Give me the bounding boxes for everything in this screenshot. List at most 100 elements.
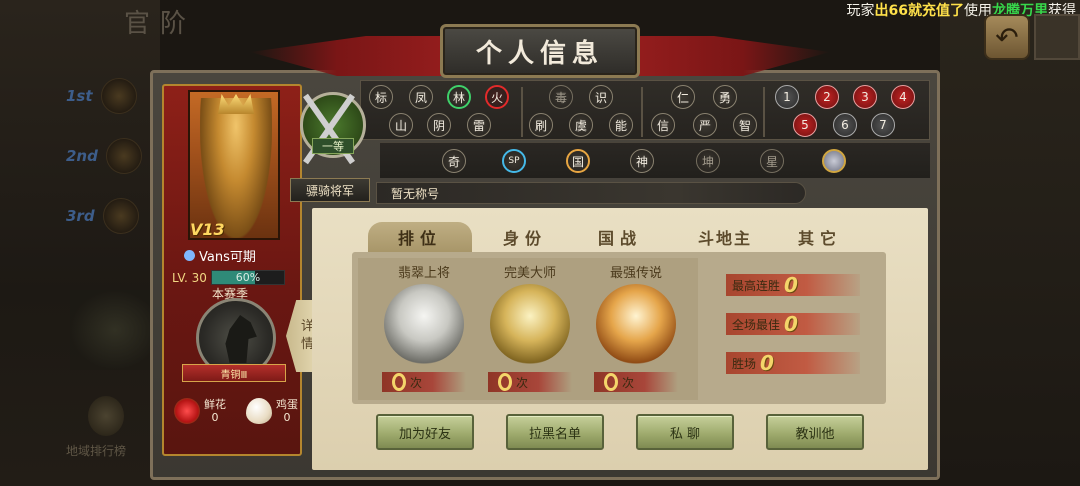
badge[interactable]: 刷 (529, 113, 553, 137)
stat-value: 0 (784, 312, 798, 336)
badge[interactable]: 雷 (467, 113, 491, 137)
gift-text: 鲜花 0 (204, 398, 226, 424)
badge[interactable]: 信 (651, 113, 675, 137)
badge[interactable]: 虞 (569, 113, 593, 137)
medal-title: 翡翠上将 (397, 266, 450, 281)
badge[interactable]: 阴 (427, 113, 451, 137)
medal-legend: 最强传说 0 次 (586, 262, 686, 400)
badge[interactable]: 国 (566, 149, 590, 173)
private-chat-button[interactable]: 私 聊 (636, 414, 734, 450)
badge[interactable]: 2 (815, 85, 839, 109)
corner-decoration (1034, 14, 1080, 60)
badge[interactable]: 林 (447, 85, 471, 109)
stat-row: 最高连胜 0 (726, 273, 876, 297)
gift-egg[interactable]: 鸡蛋 0 (246, 398, 298, 424)
stat-label: 胜场 (732, 356, 757, 371)
badge[interactable]: 1 (775, 85, 799, 109)
badge[interactable]: 山 (389, 113, 413, 137)
badge[interactable]: 6 (833, 113, 857, 137)
crown-icon (218, 94, 254, 114)
teach-lesson-button[interactable]: 教训他 (766, 414, 864, 450)
exp-bar: 60% (210, 270, 285, 285)
gift-flower[interactable]: 鲜花 0 (174, 398, 226, 424)
hero-card: V13 Vans可期 LV. 30 60% 本赛季 青铜Ⅲ 鲜花 0 鸡蛋 0 (162, 84, 302, 456)
medal-count: 0 次 (594, 372, 678, 392)
horse-icon (225, 315, 257, 363)
add-friend-button[interactable]: 加为好友 (376, 414, 474, 450)
user-icon (184, 250, 195, 261)
rank-title: 骠骑将军 (290, 178, 370, 202)
title-emblem[interactable]: 一等 (290, 88, 376, 178)
bg-banner (70, 290, 160, 370)
medal-title: 完美大师 (503, 266, 556, 281)
dragon-medal-icon (384, 284, 464, 364)
gift-name: 鸡蛋 (276, 398, 298, 411)
bg-rank-2nd: 2nd (66, 132, 156, 180)
level-row: LV. 30 60% (172, 270, 285, 285)
rank-name: 青铜Ⅲ (182, 364, 286, 382)
badge[interactable]: SP (502, 149, 526, 173)
rank-label: 2nd (66, 147, 98, 165)
badge[interactable]: 火 (485, 85, 509, 109)
location-pin-icon (88, 396, 124, 436)
window-title: 个人信息 (440, 24, 640, 78)
badge[interactable]: 5 (793, 113, 817, 137)
rank-label: 1st (66, 87, 93, 105)
tab-ranked[interactable]: 排位 (368, 222, 472, 252)
medal-emerald: 翡翠上将 0 次 (374, 262, 474, 400)
gift-name: 鲜花 (204, 398, 226, 411)
stat-value: 0 (784, 273, 798, 297)
badge[interactable]: 勇 (713, 85, 737, 109)
marquee-prefix: 玩家 (846, 3, 875, 19)
hero-figure (200, 98, 272, 238)
badge[interactable]: 识 (589, 85, 613, 109)
stat-label: 最高连胜 (732, 278, 781, 293)
background-right (940, 0, 1080, 486)
medal-count-value: 0 (392, 373, 406, 391)
emblem-label: 一等 (312, 138, 354, 154)
back-button[interactable]: ↶ (984, 14, 1030, 60)
stats-list: 最高连胜 0 全场最佳 0 胜场 0 (726, 273, 876, 391)
marquee-amount: 出66 (874, 3, 908, 19)
badge[interactable]: 3 (853, 85, 877, 109)
badge[interactable]: 严 (693, 113, 717, 137)
badge[interactable]: 仁 (671, 85, 695, 109)
badge[interactable]: 4 (891, 85, 915, 109)
badge[interactable]: 奇 (442, 149, 466, 173)
rose-icon (174, 398, 200, 424)
badge[interactable]: 坤 (696, 149, 720, 173)
hero-portrait[interactable] (188, 90, 280, 240)
badge[interactable]: 智 (733, 113, 757, 137)
divider (521, 87, 523, 137)
badge[interactable]: 7 (871, 113, 895, 137)
blacklist-button[interactable]: 拉黑名单 (506, 414, 604, 450)
dragon-medal-icon (596, 284, 676, 364)
medal-count: 0 次 (382, 372, 466, 392)
tab-landlord[interactable]: 斗地主 (680, 222, 770, 252)
badges-bar-secondary: 奇 SP 国 神 坤 星 (380, 142, 930, 178)
bg-footer-label: 地域排行榜 (66, 444, 127, 458)
medal-count-unit: 次 (516, 375, 529, 390)
stat-row: 全场最佳 0 (726, 312, 876, 336)
back-arrow-icon: ↶ (995, 20, 1019, 54)
badge[interactable]: 凤 (409, 85, 433, 109)
level-text: LV. 30 (172, 270, 207, 285)
tab-national-war[interactable]: 国战 (578, 222, 662, 252)
bg-rank-1st: 1st (66, 72, 156, 120)
medal-count-value: 0 (604, 373, 618, 391)
stat-row: 胜场 0 (726, 351, 876, 375)
badge[interactable]: 能 (609, 113, 633, 137)
stat-value: 0 (760, 351, 774, 375)
rank-emblem-icon (105, 138, 142, 174)
avatar-badge-icon[interactable] (822, 149, 846, 173)
tab-other[interactable]: 其它 (780, 222, 860, 252)
badge[interactable]: 神 (630, 149, 654, 173)
tab-identity[interactable]: 身份 (480, 222, 570, 252)
exp-text: 60% (235, 271, 261, 284)
gift-row: 鲜花 0 鸡蛋 0 (174, 398, 298, 424)
player-name: Vans可期 (184, 246, 256, 265)
rank-label: 3rd (66, 207, 95, 225)
badge[interactable]: 星 (760, 149, 784, 173)
badge[interactable]: 毒 (549, 85, 573, 109)
gift-count: 0 (211, 411, 219, 424)
